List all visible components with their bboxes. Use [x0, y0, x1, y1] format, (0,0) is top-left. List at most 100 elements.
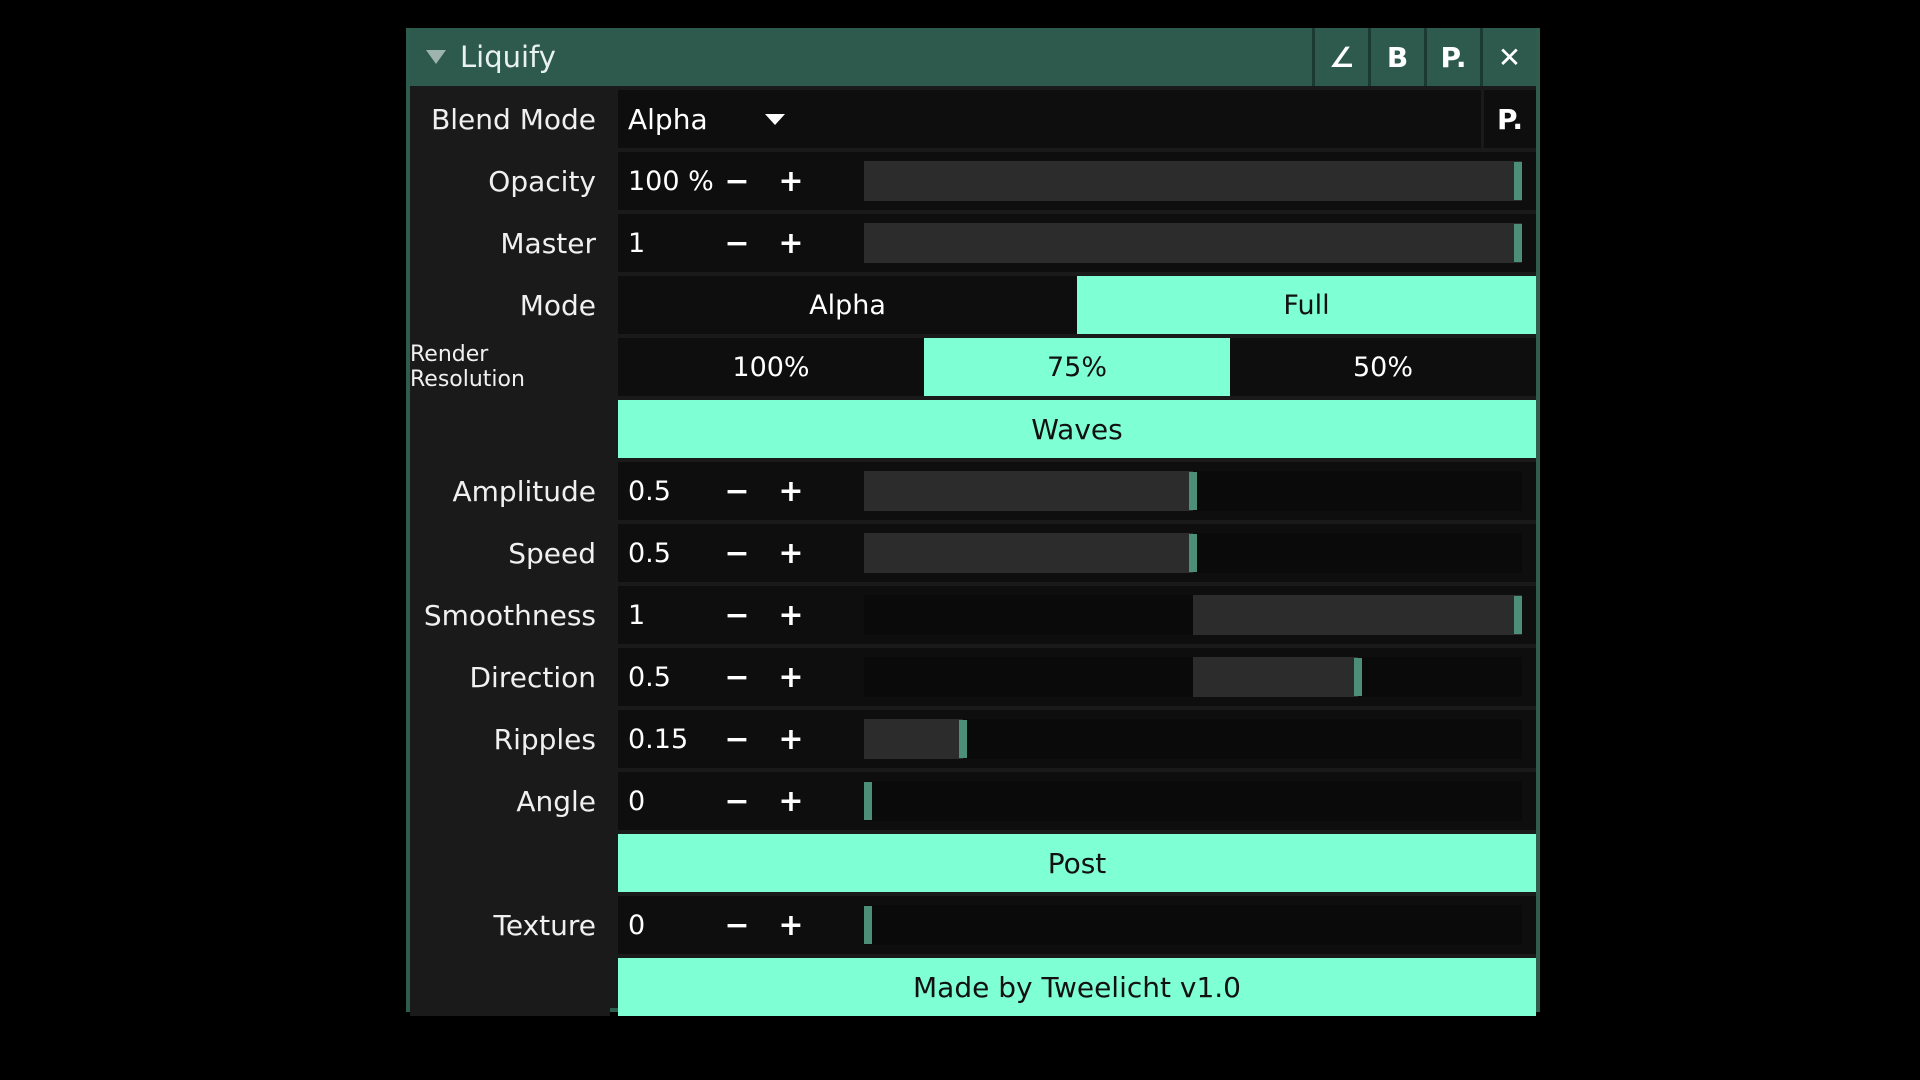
angle-slider-track[interactable] [864, 781, 1522, 821]
angle-row: Angle 0 − + [410, 772, 1536, 830]
ripples-slider-handle[interactable] [958, 720, 967, 758]
row-label: Texture [410, 896, 610, 954]
row-label: Opacity [410, 152, 610, 210]
master-value[interactable]: 1 [628, 214, 645, 272]
amplitude-minus-button[interactable]: − [719, 462, 755, 520]
direction-slider-handle[interactable] [1353, 658, 1362, 696]
angle-minus-button[interactable]: − [719, 772, 755, 830]
smoothness-slider-handle[interactable] [1514, 596, 1522, 634]
ripples-slider-track[interactable] [864, 719, 1522, 759]
empty-label [410, 400, 610, 458]
waves-section-header[interactable]: Waves [618, 400, 1536, 458]
title-bar[interactable]: Liquify ∠ B P. ✕ [410, 28, 1536, 86]
speed-minus-button[interactable]: − [719, 524, 755, 582]
opacity-slider-handle[interactable] [1514, 162, 1522, 200]
angle-value[interactable]: 0 [628, 772, 645, 830]
texture-slider-track[interactable] [864, 905, 1522, 945]
smoothness-value[interactable]: 1 [628, 586, 645, 644]
master-control: 1 − + [618, 214, 1536, 272]
smoothness-minus-button[interactable]: − [719, 586, 755, 644]
mode-selector: Alpha Full [618, 276, 1536, 334]
amplitude-plus-button[interactable]: + [773, 462, 809, 520]
ripples-control: 0.15− + [618, 710, 1536, 768]
preset-button[interactable]: P. [1424, 28, 1480, 86]
post-section-header[interactable]: Post [618, 834, 1536, 892]
speed-plus-button[interactable]: + [773, 524, 809, 582]
master-minus-button[interactable]: − [719, 214, 755, 272]
bypass-button[interactable]: B [1368, 28, 1424, 86]
render-resolution-option-75-[interactable]: 75% [924, 338, 1230, 396]
close-button[interactable]: ✕ [1480, 28, 1536, 86]
amplitude-slider-fill [864, 471, 1193, 511]
mode-option-full[interactable]: Full [1077, 276, 1536, 334]
speed-row: Speed 0.5 − + [410, 524, 1536, 582]
render-resolution-option-100-[interactable]: 100% [618, 338, 924, 396]
render-resolution-row: Render Resolution 100% 75% 50% [410, 338, 1536, 396]
direction-row: Direction 0.5 − + [410, 648, 1536, 706]
opacity-minus-button[interactable]: − [719, 152, 755, 210]
footer-row: Made by Tweelicht v1.0 [410, 958, 1536, 1016]
liquify-panel: Liquify ∠ B P. ✕ Blend Mode Alpha P. Opacit… [406, 28, 1540, 1016]
chevron-down-icon[interactable] [765, 114, 785, 125]
blend-mode-value[interactable]: Alpha [628, 90, 708, 148]
blend-mode-row: Blend Mode Alpha P. [410, 90, 1536, 148]
row-label: Angle [410, 772, 610, 830]
direction-slider-fill [1193, 657, 1358, 697]
collapse-triangle-icon[interactable] [426, 50, 446, 64]
angle-button[interactable]: ∠ [1312, 28, 1368, 86]
footer-credit[interactable]: Made by Tweelicht v1.0 [618, 958, 1536, 1016]
empty-label [410, 834, 610, 892]
smoothness-slider-track[interactable] [864, 595, 1522, 635]
direction-slider-track[interactable] [864, 657, 1522, 697]
amplitude-slider-handle[interactable] [1189, 472, 1197, 510]
mode-row: Mode Alpha Full [410, 276, 1536, 334]
texture-slider-handle[interactable] [864, 906, 872, 944]
smoothness-plus-button[interactable]: + [773, 586, 809, 644]
blend-preset-button[interactable]: P. [1481, 90, 1536, 148]
row-label: Mode [410, 276, 610, 334]
texture-plus-button[interactable]: + [773, 896, 809, 954]
ripples-plus-button[interactable]: + [773, 710, 809, 768]
ripples-minus-button[interactable]: − [719, 710, 755, 768]
master-slider-track[interactable] [864, 223, 1522, 263]
opacity-slider-fill [864, 161, 1522, 201]
angle-control: 0 − + [618, 772, 1536, 830]
row-label: Speed [410, 524, 610, 582]
row-label: Direction [410, 648, 610, 706]
speed-slider-track[interactable] [864, 533, 1522, 573]
row-label: Blend Mode [410, 90, 610, 148]
ripples-row: Ripples 0.15− + [410, 710, 1536, 768]
amplitude-value[interactable]: 0.5 [628, 462, 671, 520]
speed-slider-handle[interactable] [1189, 534, 1197, 572]
direction-plus-button[interactable]: + [773, 648, 809, 706]
angle-plus-button[interactable]: + [773, 772, 809, 830]
ripples-value[interactable]: 0.15 [628, 710, 688, 768]
direction-minus-button[interactable]: − [719, 648, 755, 706]
render-resolution-option-50-[interactable]: 50% [1230, 338, 1536, 396]
smoothness-row: Smoothness 1 − + [410, 586, 1536, 644]
opacity-row: Opacity 100 % − + [410, 152, 1536, 210]
direction-value[interactable]: 0.5 [628, 648, 671, 706]
smoothness-slider-fill [1193, 595, 1522, 635]
master-plus-button[interactable]: + [773, 214, 809, 272]
opacity-value[interactable]: 100 % [628, 152, 714, 210]
texture-value[interactable]: 0 [628, 896, 645, 954]
row-label: Amplitude [410, 462, 610, 520]
opacity-slider-track[interactable] [864, 161, 1522, 201]
texture-minus-button[interactable]: − [719, 896, 755, 954]
waves-header-row: Waves [410, 400, 1536, 458]
mode-option-alpha[interactable]: Alpha [618, 276, 1077, 334]
smoothness-control: 1 − + [618, 586, 1536, 644]
amplitude-slider-track[interactable] [864, 471, 1522, 511]
master-slider-handle[interactable] [1514, 224, 1522, 262]
render-resolution-selector: 100% 75% 50% [618, 338, 1536, 396]
master-row: Master 1 − + [410, 214, 1536, 272]
opacity-plus-button[interactable]: + [773, 152, 809, 210]
speed-value[interactable]: 0.5 [628, 524, 671, 582]
post-header-row: Post [410, 834, 1536, 892]
blend-mode-dropdown[interactable]: Alpha P. [618, 90, 1536, 148]
angle-slider-handle[interactable] [864, 782, 872, 820]
row-label: Ripples [410, 710, 610, 768]
speed-control: 0.5 − + [618, 524, 1536, 582]
row-label: Smoothness [410, 586, 610, 644]
